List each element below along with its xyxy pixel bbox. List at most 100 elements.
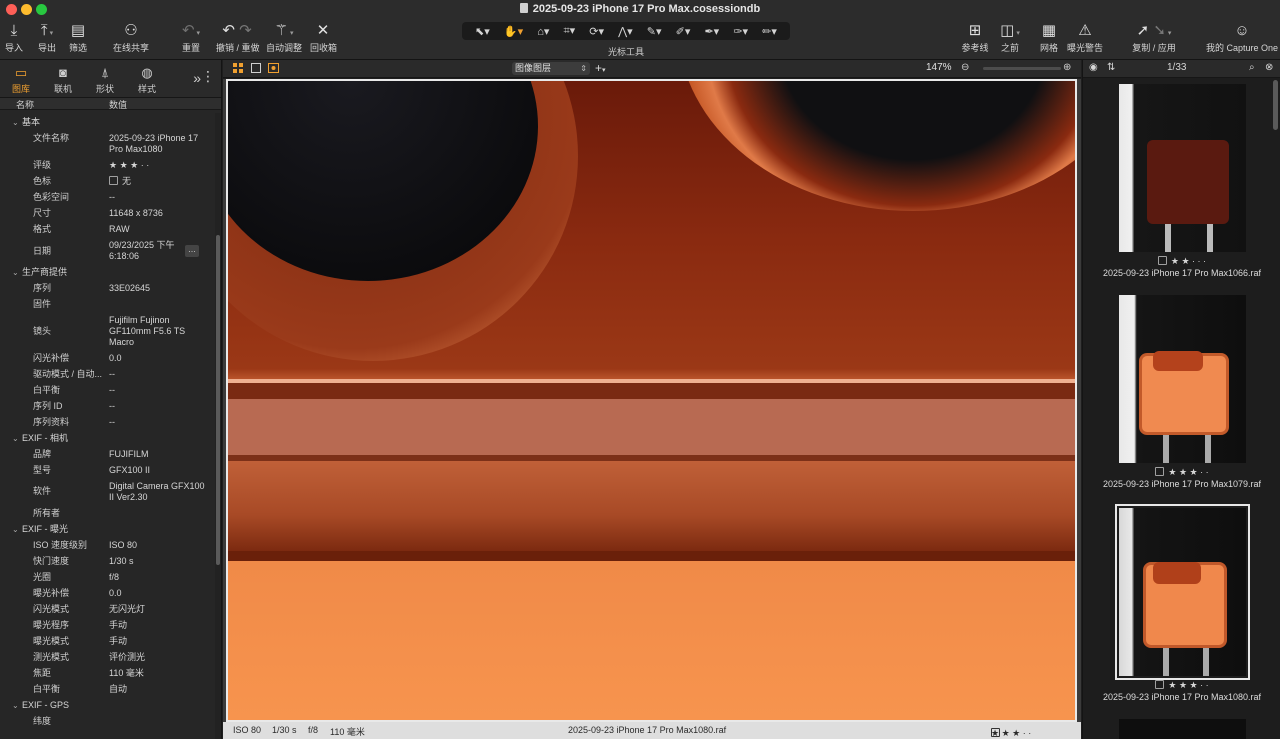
- single-view-icon[interactable]: [251, 63, 261, 73]
- photo-image[interactable]: [228, 81, 1075, 720]
- group-exif-gps[interactable]: ⌄ EXIF - GPS: [0, 700, 212, 711]
- meta-key: 纬度: [33, 716, 52, 726]
- thumbnail-stars[interactable]: ★ ★ ★ · ·: [1168, 680, 1208, 690]
- thumbnail-image[interactable]: [1118, 295, 1246, 463]
- tab-shape[interactable]: ⍋ 形状: [84, 64, 126, 95]
- thumbnail-image[interactable]: [1118, 84, 1246, 252]
- meta-row-sequence-info: 序列资料 --: [0, 417, 212, 428]
- thumbnail-rating[interactable]: ★ ★ ★ · ·: [1091, 680, 1273, 691]
- people-icon: ⚇: [124, 22, 138, 39]
- undo-redo-button[interactable]: ↶ ↷ 撤销 / 重做: [216, 20, 260, 58]
- proof-view-icon[interactable]: [268, 63, 279, 73]
- tab-style[interactable]: ◍ 样式: [126, 64, 168, 95]
- tab-library[interactable]: ▭ 图库: [0, 64, 42, 95]
- meta-value: --: [109, 401, 115, 411]
- recycle-button[interactable]: ✕ 回收箱: [310, 20, 337, 58]
- reset-button[interactable]: ↶ ▾ 重置: [176, 20, 206, 58]
- thumbnail-rating[interactable]: ★ ★ · · ·: [1091, 256, 1273, 267]
- group-exif-exposure[interactable]: ⌄ EXIF - 曝光: [0, 524, 212, 535]
- meta-value: 自动: [109, 684, 128, 694]
- meta-row-model: 型号 GFX100 II: [0, 465, 212, 476]
- import-button[interactable]: ⤓ 导入: [2, 20, 26, 58]
- rating-stars[interactable]: ★ ★ ★ · ·: [109, 160, 209, 171]
- grid-button[interactable]: ▦ 网格: [1036, 20, 1062, 58]
- pan-hand-icon[interactable]: ✋▾: [504, 25, 523, 38]
- thumbnail-next-partial[interactable]: [1119, 719, 1246, 739]
- group-basic[interactable]: ⌄ 基本: [0, 117, 212, 128]
- scrollbar-thumb[interactable]: [216, 235, 220, 565]
- group-exif-camera[interactable]: ⌄ EXIF - 相机: [0, 433, 212, 444]
- more-tabs-icon[interactable]: »: [193, 70, 201, 86]
- sort-icon[interactable]: ⇅: [1107, 62, 1115, 73]
- thumbnail-item-selected[interactable]: ★ ★ ★ · · 2025-09-23 iPhone 17 Pro Max10…: [1091, 504, 1273, 702]
- exposure-warning-button[interactable]: ⚠ 曝光警告: [1066, 20, 1104, 58]
- copy-apply-button[interactable]: ➚ ➘ ▾ 复制 / 应用: [1130, 20, 1178, 58]
- stamp-icon[interactable]: ✑▾: [733, 25, 748, 38]
- zoom-in-icon[interactable]: ⊕: [1063, 62, 1071, 73]
- zoom-slider[interactable]: [983, 67, 1061, 70]
- thumbnail-stars[interactable]: ★ ★ ★ · ·: [1168, 467, 1208, 477]
- thumbnail-item[interactable]: ★ ★ ★ · · 2025-09-23 iPhone 17 Pro Max10…: [1091, 295, 1273, 489]
- panel-menu-icon[interactable]: ⋮: [201, 68, 215, 85]
- select-cursor-icon[interactable]: ⬉▾: [475, 25, 490, 38]
- brush-icon[interactable]: ✎▾: [647, 25, 662, 38]
- keystone-icon[interactable]: ⋀▾: [618, 25, 633, 38]
- thumbnail-image[interactable]: [1114, 504, 1250, 680]
- meta-value[interactable]: 无: [109, 176, 209, 187]
- auto-adjust-button[interactable]: ⚚ ▾ 自动调整: [266, 20, 302, 58]
- group-vendor[interactable]: ⌄ 生产商提供: [0, 267, 212, 278]
- add-layer-icon[interactable]: +▾: [595, 61, 606, 75]
- before-button[interactable]: ◫ ▾ 之前: [994, 20, 1026, 58]
- grid-view-icon[interactable]: [233, 63, 243, 73]
- close-icon[interactable]: ⊗: [1265, 62, 1273, 73]
- meta-value: [109, 716, 209, 727]
- annotate-icon[interactable]: ✏▾: [762, 25, 777, 38]
- tab-tethered[interactable]: ◙ 联机: [42, 64, 84, 95]
- thumbnail-name: 2025-09-23 iPhone 17 Pro Max1079.raf: [1102, 479, 1262, 489]
- crop-icon[interactable]: ⌗▾: [563, 24, 575, 38]
- status-filename: 2025-09-23 iPhone 17 Pro Max1080.raf: [568, 725, 727, 735]
- zoom-percent[interactable]: 147%: [926, 62, 952, 73]
- reference-button[interactable]: ⊞ 参考线: [960, 20, 990, 58]
- color-tag-checkbox[interactable]: [1155, 467, 1165, 476]
- meta-row-exposure-mode: 曝光模式 手动: [0, 636, 212, 647]
- layer-select[interactable]: 图像图层 ⇕: [512, 62, 590, 75]
- heal-icon[interactable]: ✐▾: [676, 25, 691, 38]
- eye-icon[interactable]: ◉: [1089, 62, 1098, 73]
- image-viewer[interactable]: [223, 79, 1081, 722]
- zoom-out-icon[interactable]: ⊖: [961, 62, 969, 73]
- reset-icon: ↶ ▾: [181, 22, 201, 39]
- status-rating-stars[interactable]: ★ ★ ★ · ·: [991, 728, 1031, 739]
- meta-key: 序列: [33, 283, 52, 293]
- meta-value[interactable]: 2025-09-23 iPhone 17 Pro Max1080: [109, 133, 209, 155]
- date-more-button[interactable]: …: [185, 245, 199, 257]
- rotate-icon[interactable]: ⟳▾: [589, 25, 604, 38]
- color-tag-checkbox[interactable]: [1157, 256, 1167, 265]
- my-capture-one-button[interactable]: ☺ 我的 Capture One: [1206, 20, 1278, 58]
- color-tag-value: 无: [122, 176, 132, 186]
- column-name-header[interactable]: 名称: [0, 98, 109, 110]
- meta-value[interactable]: [109, 508, 209, 519]
- side-band: [228, 461, 1075, 551]
- thumbnail-item[interactable]: ★ ★ · · · 2025-09-23 iPhone 17 Pro Max10…: [1091, 84, 1273, 278]
- scrollbar-thumb[interactable]: [1273, 80, 1278, 130]
- color-tag-checkbox[interactable]: [109, 176, 118, 185]
- browser-scrollbar[interactable]: [1271, 80, 1279, 739]
- straighten-icon[interactable]: ⌂▾: [537, 25, 549, 38]
- picker-icon[interactable]: ✒▾: [704, 25, 719, 38]
- thumbnail-rating[interactable]: ★ ★ ★ · ·: [1091, 467, 1273, 478]
- meta-value[interactable]: 09/23/2025 下午 6:18:06: [109, 240, 183, 262]
- search-icon[interactable]: ⌕: [1249, 62, 1255, 73]
- filter-button[interactable]: ▤ 筛选: [66, 20, 90, 58]
- column-value-header[interactable]: 数值: [109, 98, 127, 110]
- share-button[interactable]: ⚇ 在线共享: [112, 20, 150, 58]
- meta-row-colorspace: 色彩空间 --: [0, 192, 212, 203]
- left-panel-scrollbar[interactable]: [215, 113, 221, 739]
- reset-label: 重置: [181, 43, 200, 53]
- color-tag-checkbox[interactable]: [1155, 680, 1165, 689]
- thumbnail-stars[interactable]: ★ ★ · · ·: [1171, 256, 1206, 266]
- meta-key: 型号: [33, 465, 52, 475]
- meta-key: 评级: [33, 160, 52, 170]
- export-button[interactable]: ⤒ ▾ 导出: [32, 20, 62, 58]
- meta-row-color-tag: 色标 无: [0, 176, 212, 187]
